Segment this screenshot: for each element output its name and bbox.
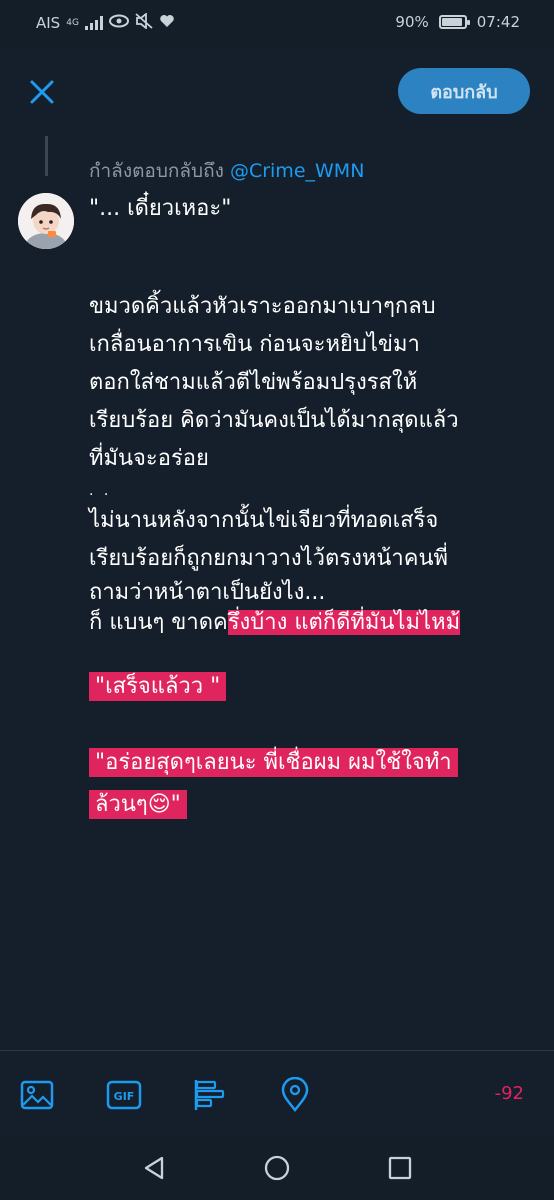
tweet-paragraph: ขมวดคิ้วแล้วหัวเราะออกมาเบาๆกลบ เกลื่อนอ… [89,288,539,478]
avatar-image [18,193,74,249]
image-button[interactable] [19,1077,55,1113]
tweet-line: "... เดี๋ยวเหอะ" [89,196,232,221]
tweet-quote: "อร่อยสุดๆเลยนะ พี่เชื่อผม ผมใช้ใจทำ [89,748,458,777]
tweet-line: ขมวดคิ้วแล้วหัวเราะออกมาเบาๆกลบ [89,294,436,319]
tweet-text-highlight: รึ่งบ้าง แต่ก็ดีที่มันไม่ไหม้ [227,610,461,635]
character-counter: -92 [494,1083,524,1104]
replying-handle-link[interactable]: @Crime_WMN [230,160,364,182]
tweet-quote: "เสร็จแล้วว " [89,672,227,701]
status-bar: AIS 4G 90% 07:42 [0,0,554,46]
reply-button[interactable]: ตอบกลับ [398,68,530,114]
signal-icon [84,16,103,30]
compose-header: ตอบกลับ [0,46,554,136]
tweet-text-plain: ก็ แบนๆ ขาดค [89,610,228,635]
tweet-line: เรียบร้อยก็ถูกยกมาวางไว้ตรงหน้าคนพี่ [89,546,449,571]
home-button[interactable] [263,1154,291,1182]
tweet-compose-text[interactable]: "... เดี๋ยวเหอะ" ขมวดคิ้วแล้วหัวเราะออกม… [89,190,539,826]
tweet-dots: . . [89,483,112,499]
status-left: AIS 4G [36,12,175,33]
poll-icon [194,1080,225,1110]
tweet-line: เรียบร้อย คิดว่ามันคงเป็นได้มากสุดแล้ว [89,408,459,433]
close-icon [30,80,54,104]
battery-icon [438,15,470,29]
close-button[interactable] [22,72,62,112]
recents-square-icon [388,1156,412,1180]
tweet-line: ก็ แบนๆ ขาดครึ่งบ้าง แต่ก็ดีที่มันไม่ไหม… [89,608,539,638]
tweet-quote-block: "อร่อยสุดๆเลยนะ พี่เชื่อผม ผมใช้ใจทำ ล้ว… [89,742,539,826]
thread-line [45,136,48,176]
recents-button[interactable] [386,1154,414,1182]
compose-toolbar: GIF -92 [0,1050,554,1134]
tweet-line: ที่มันจะอร่อย [89,446,209,471]
carrier-label: AIS [36,14,61,32]
location-pin-icon [281,1076,309,1112]
tweet-line: เกลื่อนอาการเขิน ก่อนจะหยิบไข่มา [89,332,420,357]
poll-button[interactable] [192,1077,228,1113]
tweet-line: ตอกใส่ชามแล้วตีไข่พร้อมปรุงรสให้ [89,370,418,395]
mute-icon [135,12,153,33]
tweet-line: ไม่นานหลังจากนั้นไข่เจียวที่ทอดเสร็จ [89,508,439,533]
replying-to: กำลังตอบกลับถึง @Crime_WMN [89,156,364,186]
clock: 07:42 [476,13,520,31]
avatar[interactable] [18,193,74,249]
tweet-line: ถามว่าหน้าตาเป็นยังไง... [89,580,326,605]
svg-text:GIF: GIF [114,1090,135,1103]
eye-icon [108,14,129,32]
network-type: 4G [66,18,79,28]
tweet-quote: ล้วนๆ😌" [89,790,187,819]
gif-icon: GIF [106,1080,142,1110]
tweet-paragraph: ไม่นานหลังจากนั้นไข่เจียวที่ทอดเสร็จ เรี… [89,502,539,638]
home-circle-icon [264,1155,290,1181]
status-right: 90% 07:42 [395,13,520,31]
battery-percent: 90% [395,13,429,31]
back-button[interactable] [140,1154,168,1182]
gif-button[interactable]: GIF [106,1077,142,1113]
tweet-quote-block: "เสร็จแล้วว " [89,666,539,708]
battery-fill [441,18,462,26]
system-nav-bar [0,1134,554,1200]
heart-icon [159,14,175,32]
location-button[interactable] [277,1076,313,1113]
image-icon [20,1080,54,1110]
back-triangle-icon [144,1156,164,1180]
replying-prefix: กำลังตอบกลับถึง [89,160,224,182]
